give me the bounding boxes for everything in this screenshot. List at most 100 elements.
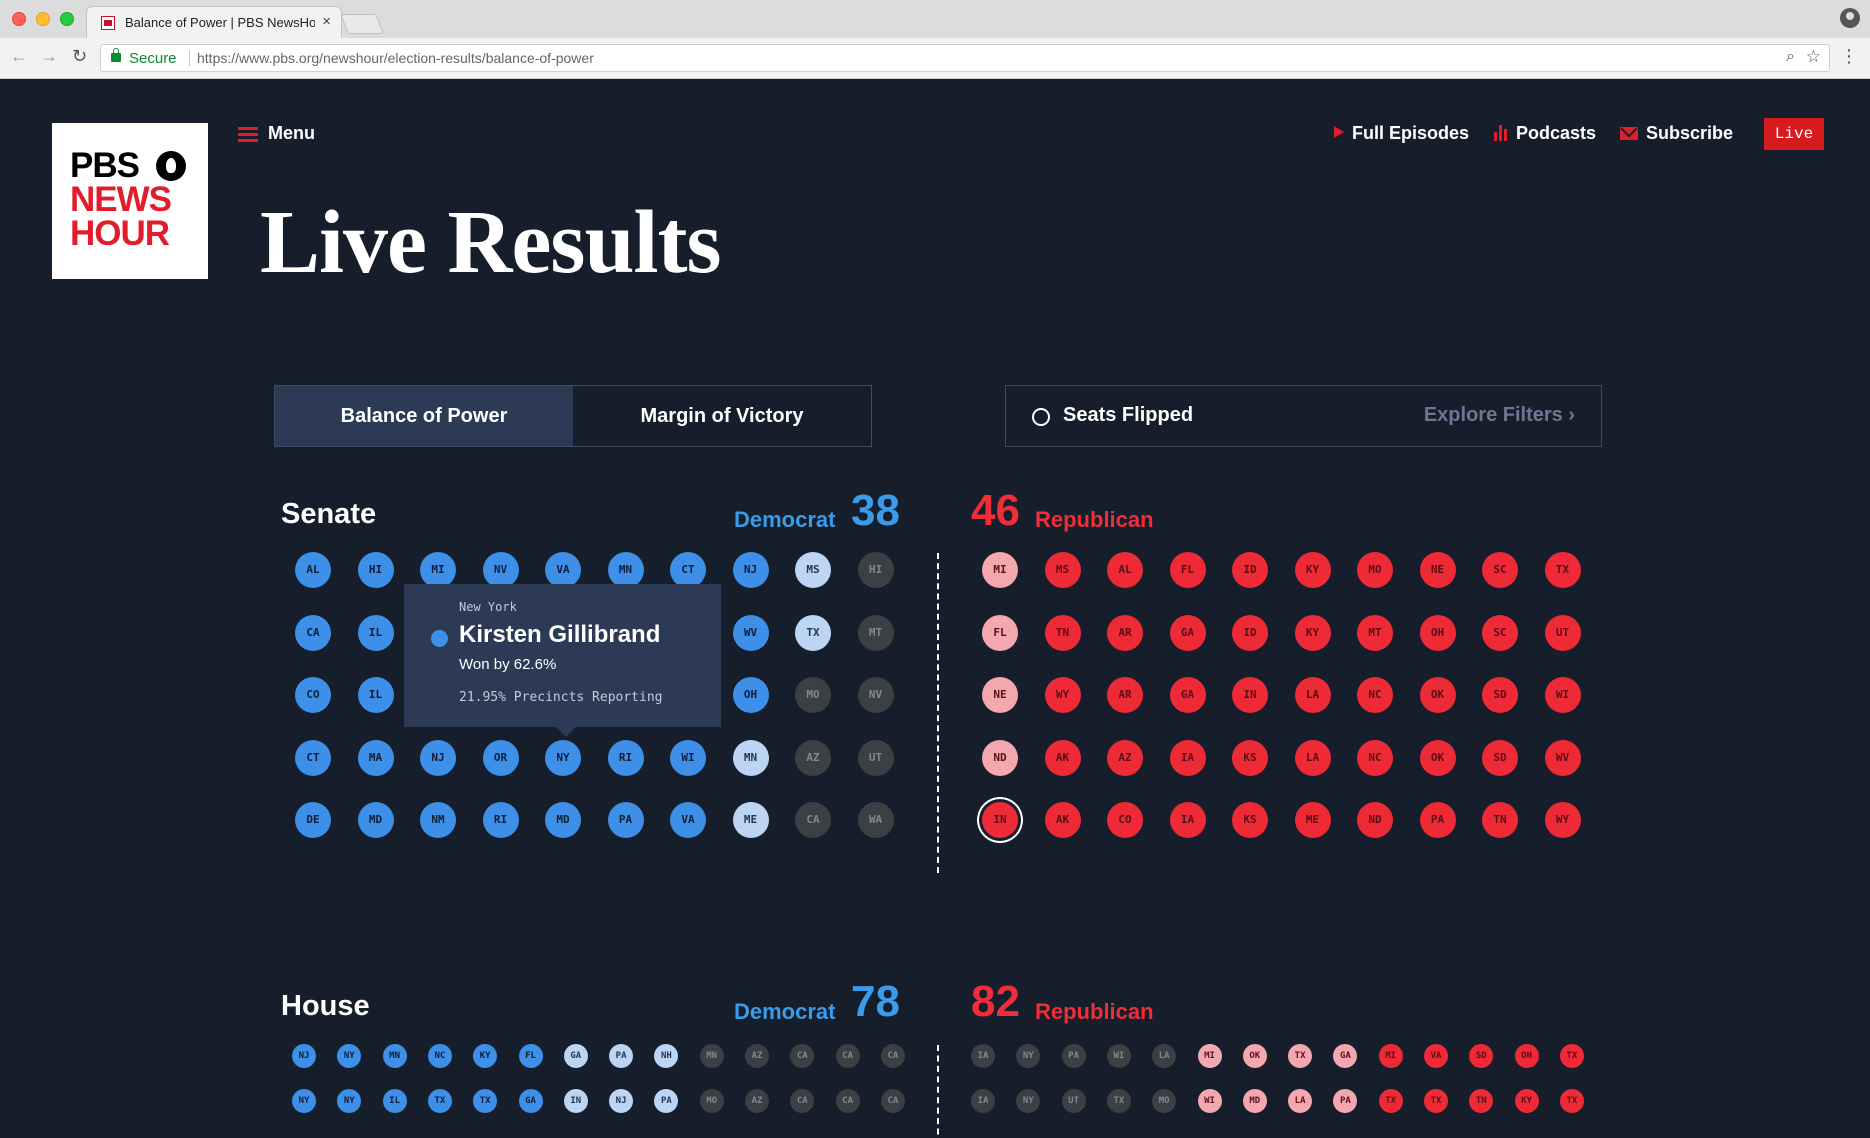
senate-seat-rep-4-3[interactable]: AZ xyxy=(1107,739,1143,776)
house-seat-dem-2-4[interactable]: TX xyxy=(427,1089,452,1113)
senate-seat-rep-3-5[interactable]: IN xyxy=(1232,677,1268,713)
senate-seat-dem-5-3[interactable]: NM xyxy=(420,802,456,838)
house-seat-dem-2-8[interactable]: NJ xyxy=(609,1089,634,1113)
house-seat-rep-1-7[interactable]: OK xyxy=(1242,1044,1267,1068)
senate-seat-dem-1-9[interactable]: MS xyxy=(795,552,831,588)
house-seat-dem-2-12[interactable]: CA xyxy=(790,1089,815,1113)
senate-seat-rep-1-4[interactable]: FL xyxy=(1169,552,1206,588)
senate-seat-rep-4-10[interactable]: WV xyxy=(1544,739,1581,776)
house-seat-rep-1-14[interactable]: TX xyxy=(1559,1044,1584,1068)
senate-seat-rep-2-4[interactable]: GA xyxy=(1169,614,1206,651)
senate-seat-rep-1-5[interactable]: ID xyxy=(1232,552,1268,588)
senate-seat-rep-2-9[interactable]: SC xyxy=(1482,614,1518,651)
senate-seat-dem-1-2[interactable]: HI xyxy=(357,552,394,588)
house-seat-dem-1-2[interactable]: NY xyxy=(337,1044,362,1068)
senate-seat-rep-3-6[interactable]: LA xyxy=(1294,677,1331,713)
house-seat-rep-2-5[interactable]: MO xyxy=(1152,1089,1177,1113)
house-seat-rep-1-3[interactable]: PA xyxy=(1061,1044,1086,1068)
nav-podcasts[interactable]: Podcasts xyxy=(1494,123,1596,149)
senate-seat-rep-5-2[interactable]: AK xyxy=(1044,802,1081,838)
senate-seat-dem-5-7[interactable]: VA xyxy=(670,802,706,838)
senate-seat-rep-3-2[interactable]: WY xyxy=(1044,677,1081,713)
house-seat-dem-2-1[interactable]: NY xyxy=(292,1089,316,1113)
live-button[interactable]: Live xyxy=(1764,118,1824,150)
senate-seat-dem-1-5[interactable]: VA xyxy=(545,552,581,588)
senate-seat-rep-1-9[interactable]: SC xyxy=(1482,552,1518,588)
senate-seat-dem-1-3[interactable]: MI xyxy=(420,552,456,588)
profile-icon[interactable] xyxy=(1840,8,1860,28)
senate-seat-rep-4-1[interactable]: ND xyxy=(982,739,1018,776)
senate-seat-dem-4-3[interactable]: NJ xyxy=(420,739,456,776)
house-seat-dem-1-3[interactable]: MN xyxy=(382,1044,407,1068)
new-tab-button[interactable] xyxy=(340,14,384,34)
house-seat-dem-1-9[interactable]: NH xyxy=(654,1044,679,1068)
senate-seat-rep-2-7[interactable]: MT xyxy=(1357,614,1393,651)
house-seat-rep-2-10[interactable]: TX xyxy=(1378,1089,1403,1113)
senate-seat-rep-2-10[interactable]: UT xyxy=(1544,614,1581,651)
senate-seat-rep-2-5[interactable]: ID xyxy=(1232,614,1268,651)
senate-seat-dem-2-9[interactable]: TX xyxy=(795,614,831,651)
senate-seat-dem-3-8[interactable]: OH xyxy=(732,677,769,713)
senate-seat-dem-4-7[interactable]: WI xyxy=(670,739,706,776)
house-seat-rep-1-13[interactable]: OH xyxy=(1514,1044,1539,1068)
minimize-window-button[interactable] xyxy=(36,12,50,26)
senate-seat-rep-4-6[interactable]: LA xyxy=(1294,739,1331,776)
senate-seat-rep-5-1[interactable]: IN xyxy=(982,802,1018,838)
house-seat-dem-1-12[interactable]: CA xyxy=(790,1044,815,1068)
senate-seat-dem-4-2[interactable]: MA xyxy=(357,739,394,776)
tab-balance-of-power[interactable]: Balance of Power xyxy=(275,386,573,446)
senate-seat-rep-5-6[interactable]: ME xyxy=(1294,802,1331,838)
house-seat-dem-1-10[interactable]: MN xyxy=(699,1044,724,1068)
senate-seat-dem-1-7[interactable]: CT xyxy=(670,552,706,588)
senate-seat-rep-4-5[interactable]: KS xyxy=(1232,739,1268,776)
house-seat-rep-1-5[interactable]: LA xyxy=(1152,1044,1177,1068)
house-seat-dem-2-6[interactable]: GA xyxy=(518,1089,543,1113)
senate-seat-dem-3-1[interactable]: CO xyxy=(295,677,331,713)
senate-seat-dem-5-4[interactable]: RI xyxy=(482,802,519,838)
senate-seat-rep-1-2[interactable]: MS xyxy=(1044,552,1081,588)
senate-seat-rep-1-8[interactable]: NE xyxy=(1419,552,1456,588)
house-seat-rep-2-9[interactable]: PA xyxy=(1333,1089,1358,1113)
senate-seat-rep-2-6[interactable]: KY xyxy=(1294,614,1331,651)
house-seat-dem-2-9[interactable]: PA xyxy=(654,1089,679,1113)
senate-seat-rep-3-7[interactable]: NC xyxy=(1357,677,1393,713)
browser-tab-active[interactable]: Balance of Power | PBS NewsHour × xyxy=(86,6,342,38)
browser-menu-icon[interactable]: ⋮ xyxy=(1840,46,1858,67)
pbs-newshour-logo[interactable]: PBS NEWS HOUR xyxy=(52,123,208,279)
back-arrow-icon[interactable]: ← xyxy=(10,46,28,67)
senate-seat-dem-2-8[interactable]: WV xyxy=(732,614,769,651)
senate-seat-dem-4-6[interactable]: RI xyxy=(607,739,644,776)
house-seat-dem-1-13[interactable]: CA xyxy=(835,1044,860,1068)
senate-seat-dem-4-9[interactable]: AZ xyxy=(795,739,831,776)
house-seat-dem-1-7[interactable]: GA xyxy=(563,1044,588,1068)
house-seat-rep-1-2[interactable]: NY xyxy=(1016,1044,1041,1068)
senate-seat-rep-4-8[interactable]: OK xyxy=(1419,739,1456,776)
senate-seat-dem-3-10[interactable]: NV xyxy=(857,677,894,713)
senate-seat-rep-3-8[interactable]: OK xyxy=(1419,677,1456,713)
house-seat-dem-2-10[interactable]: MO xyxy=(699,1089,724,1113)
senate-seat-rep-2-1[interactable]: FL xyxy=(982,614,1018,651)
senate-seat-rep-5-3[interactable]: CO xyxy=(1107,802,1143,838)
house-seat-rep-1-12[interactable]: SD xyxy=(1469,1044,1494,1068)
senate-seat-dem-2-10[interactable]: MT xyxy=(857,614,894,651)
senate-seat-rep-5-5[interactable]: KS xyxy=(1232,802,1268,838)
house-seat-rep-1-11[interactable]: VA xyxy=(1424,1044,1448,1068)
house-seat-rep-1-9[interactable]: GA xyxy=(1333,1044,1358,1068)
explore-filters-link[interactable]: Explore Filters › xyxy=(1424,404,1575,427)
senate-seat-rep-5-8[interactable]: PA xyxy=(1419,802,1456,838)
senate-seat-rep-4-7[interactable]: NC xyxy=(1357,739,1393,776)
senate-seat-rep-1-10[interactable]: TX xyxy=(1544,552,1581,588)
senate-seat-dem-5-8[interactable]: ME xyxy=(732,802,769,838)
senate-seat-dem-3-2[interactable]: IL xyxy=(357,677,394,713)
zoom-icon[interactable]: ⌕ xyxy=(1786,48,1795,66)
house-seat-dem-2-2[interactable]: NY xyxy=(337,1089,362,1113)
senate-seat-dem-4-4[interactable]: OR xyxy=(482,739,519,776)
senate-seat-rep-3-4[interactable]: GA xyxy=(1169,677,1206,713)
senate-seat-rep-5-4[interactable]: IA xyxy=(1169,802,1206,838)
senate-seat-dem-5-2[interactable]: MD xyxy=(357,802,394,838)
bookmark-star-icon[interactable]: ☆ xyxy=(1806,47,1821,67)
senate-seat-dem-1-8[interactable]: NJ xyxy=(732,552,769,588)
senate-seat-rep-3-9[interactable]: SD xyxy=(1482,677,1518,713)
senate-seat-rep-3-10[interactable]: WI xyxy=(1544,677,1581,713)
house-seat-dem-1-6[interactable]: FL xyxy=(518,1044,543,1068)
